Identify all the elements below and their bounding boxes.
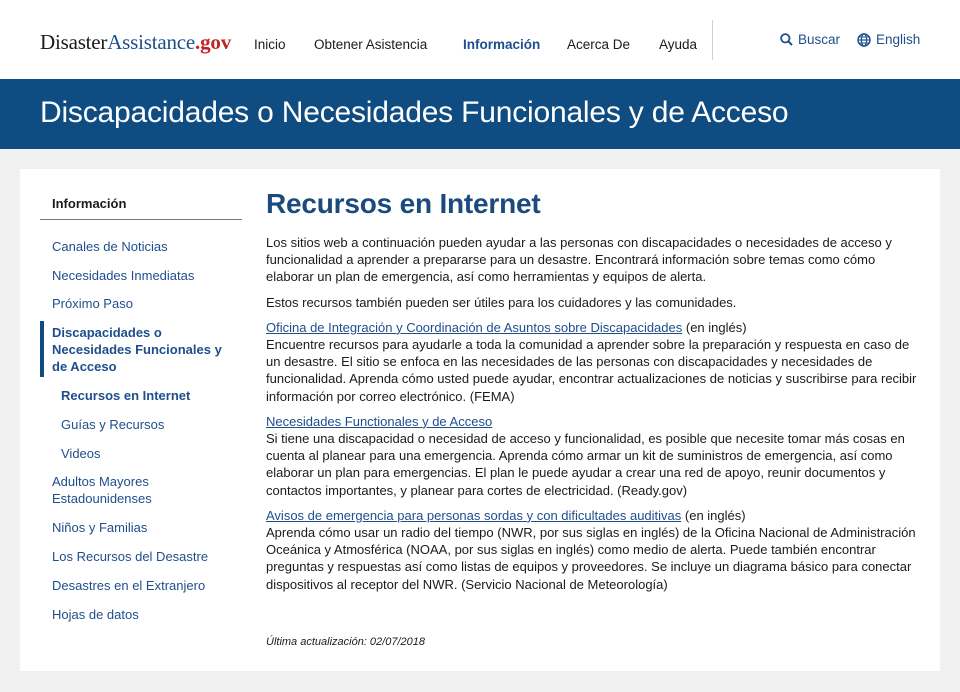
site-header: DisasterAssistance.gov Inicio Obtener As… <box>0 0 960 79</box>
sidebar-item-recursos-del-desastre[interactable]: Los Recursos del Desastre <box>52 548 208 565</box>
section-heading: Recursos en Internet <box>266 188 541 219</box>
nav-ayuda[interactable]: Ayuda <box>659 37 697 52</box>
sidebar-item-discapacidades[interactable]: Discapacidades o Necesidades Funcionales… <box>52 324 237 375</box>
page-banner: Discapacidades o Necesidades Funcionales… <box>0 79 960 149</box>
sidebar-item-desastres-extranjero[interactable]: Desastres en el Extranjero <box>52 577 205 594</box>
sidebar-item-hojas-de-datos[interactable]: Hojas de datos <box>52 606 139 623</box>
sidebar-item-adultos-mayores[interactable]: Adultos Mayores Estadounidenses <box>52 473 202 507</box>
sidebar-item-necesidades-inmediatas[interactable]: Necesidades Inmediatas <box>52 267 194 284</box>
sidebar-item-proximo-paso[interactable]: Próximo Paso <box>52 295 133 312</box>
logo-text-assistance: Assistance <box>107 30 196 54</box>
nav-acerca-de[interactable]: Acerca De <box>567 37 630 52</box>
sidebar-item-ninos-y-familias[interactable]: Niños y Familias <box>52 519 147 536</box>
page-title: Discapacidades o Necesidades Funcionales… <box>40 96 789 129</box>
resource-lang-note: (en inglés) <box>682 319 747 335</box>
logo-dot-gov: .gov <box>195 30 231 54</box>
resource-item: Avisos de emergencia para personas sorda… <box>266 507 926 593</box>
intro-paragraph: Los sitios web a continuación pueden ayu… <box>266 235 892 285</box>
resource-item: Oficina de Integración y Coordinación de… <box>266 319 926 405</box>
search-label: Buscar <box>798 32 841 47</box>
site-logo[interactable]: DisasterAssistance.gov <box>40 30 231 55</box>
main-content: Recursos en Internet Los sitios web a co… <box>266 188 926 593</box>
nav-inicio[interactable]: Inicio <box>254 37 286 52</box>
sidebar-subitem-videos[interactable]: Videos <box>61 445 101 462</box>
nav-obtener-asistencia[interactable]: Obtener Asistencia <box>314 37 427 52</box>
sidebar-item-canales-de-noticias[interactable]: Canales de Noticias <box>52 238 168 255</box>
sidebar-subitem-recursos-en-internet[interactable]: Recursos en Internet <box>61 387 190 404</box>
resource-item: Necesidades Functionales y de Acceso Si … <box>266 413 926 499</box>
globe-icon <box>857 32 871 47</box>
search-button[interactable]: Buscar <box>780 32 840 47</box>
language-toggle[interactable]: English <box>857 32 920 47</box>
resource-lang-note: (en inglés) <box>681 507 746 523</box>
nav-divider <box>712 20 713 60</box>
sidebar-divider <box>40 219 242 220</box>
nav-informacion[interactable]: Información <box>463 37 540 52</box>
resource-description: Si tiene una discapacidad o necesidad de… <box>266 431 905 498</box>
resource-link-ready[interactable]: Necesidades Functionales y de Acceso <box>266 414 492 429</box>
last-updated: Última actualización: 02/07/2018 <box>266 636 425 648</box>
resource-link-odic[interactable]: Oficina de Integración y Coordinación de… <box>266 320 682 335</box>
resource-description: Encuentre recursos para ayudarle a toda … <box>266 337 917 404</box>
search-icon <box>780 33 793 46</box>
resource-description: Aprenda cómo usar un radio del tiempo (N… <box>266 525 916 592</box>
logo-text-disaster: Disaster <box>40 30 108 54</box>
language-label: English <box>876 32 921 47</box>
sidebar-title: Información <box>52 196 127 211</box>
note-paragraph: Estos recursos también pueden ser útiles… <box>266 294 737 310</box>
resource-link-nwr[interactable]: Avisos de emergencia para personas sorda… <box>266 508 681 523</box>
sidebar-active-indicator <box>40 321 44 377</box>
sidebar-subitem-guias-y-recursos[interactable]: Guías y Recursos <box>61 416 164 433</box>
